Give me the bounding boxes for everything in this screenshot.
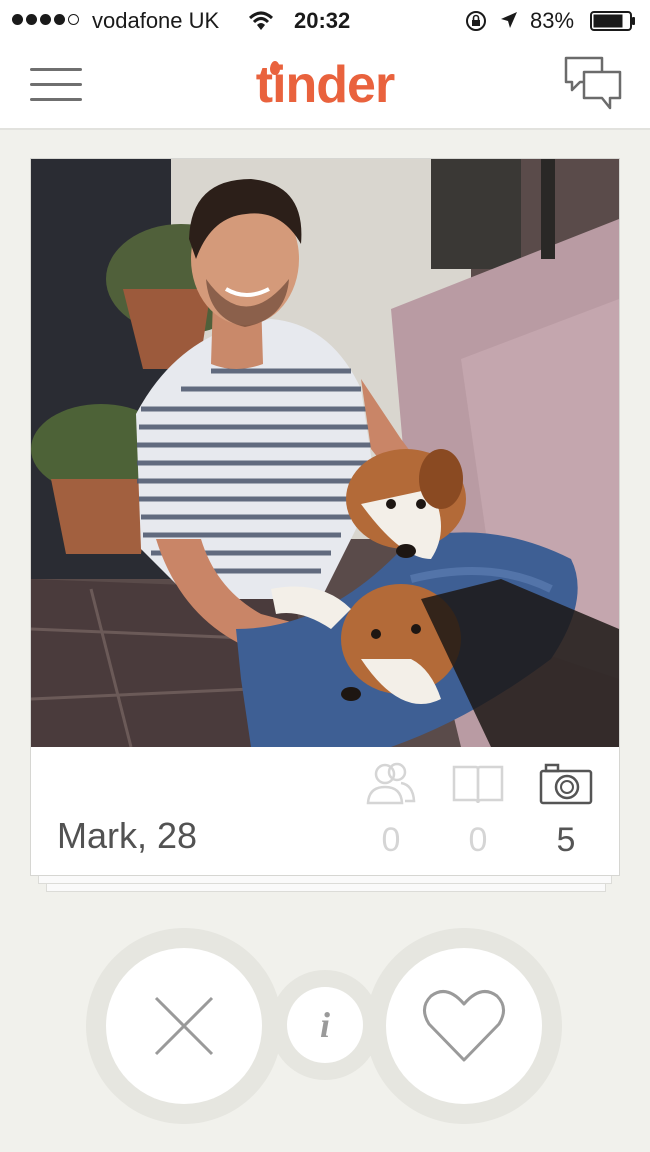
profile-name-age: Mark, 28 — [57, 815, 198, 856]
common-friends-stat: 0 — [356, 761, 426, 860]
chat-bubbles-icon[interactable] — [562, 54, 624, 114]
photos-count: 5 — [556, 821, 576, 859]
carrier-name: vodafone UK — [92, 8, 220, 33]
book-icon — [452, 765, 504, 804]
nav-bar: tinder — [0, 42, 650, 130]
hamburger-menu-icon[interactable] — [30, 66, 82, 102]
info-icon: i — [319, 1005, 330, 1045]
dislike-button[interactable] — [106, 948, 262, 1104]
rotation-lock-icon — [464, 9, 488, 39]
status-bar: vodafone UK 20:32 83% — [0, 0, 650, 42]
x-icon — [154, 996, 214, 1056]
wifi-icon — [248, 10, 274, 38]
friends-icon — [366, 762, 416, 805]
profile-photo[interactable] — [31, 159, 619, 747]
common-friends-count: 0 — [381, 821, 401, 859]
location-arrow-icon — [499, 10, 519, 36]
clock-time: 20:32 — [294, 8, 351, 33]
signal-strength-icon — [12, 14, 79, 25]
battery-percentage: 83% — [530, 8, 575, 33]
common-interests-count: 0 — [468, 821, 488, 859]
photos-stat[interactable]: 5 — [531, 761, 601, 860]
profile-card[interactable]: 0 0 5 Mark, 28 — [30, 158, 620, 876]
common-interests-stat: 0 — [443, 761, 513, 860]
like-button[interactable] — [386, 948, 542, 1104]
battery-icon — [590, 11, 636, 31]
flame-icon — [270, 61, 280, 75]
tinder-logo: tinder — [245, 54, 405, 116]
heart-icon — [423, 990, 505, 1062]
info-button[interactable]: i — [287, 987, 363, 1063]
app-root: vodafone UK 20:32 83% tinder 0 0 5 Mark,… — [0, 0, 650, 1152]
battery-level-fill — [593, 14, 623, 28]
camera-icon — [539, 763, 593, 805]
